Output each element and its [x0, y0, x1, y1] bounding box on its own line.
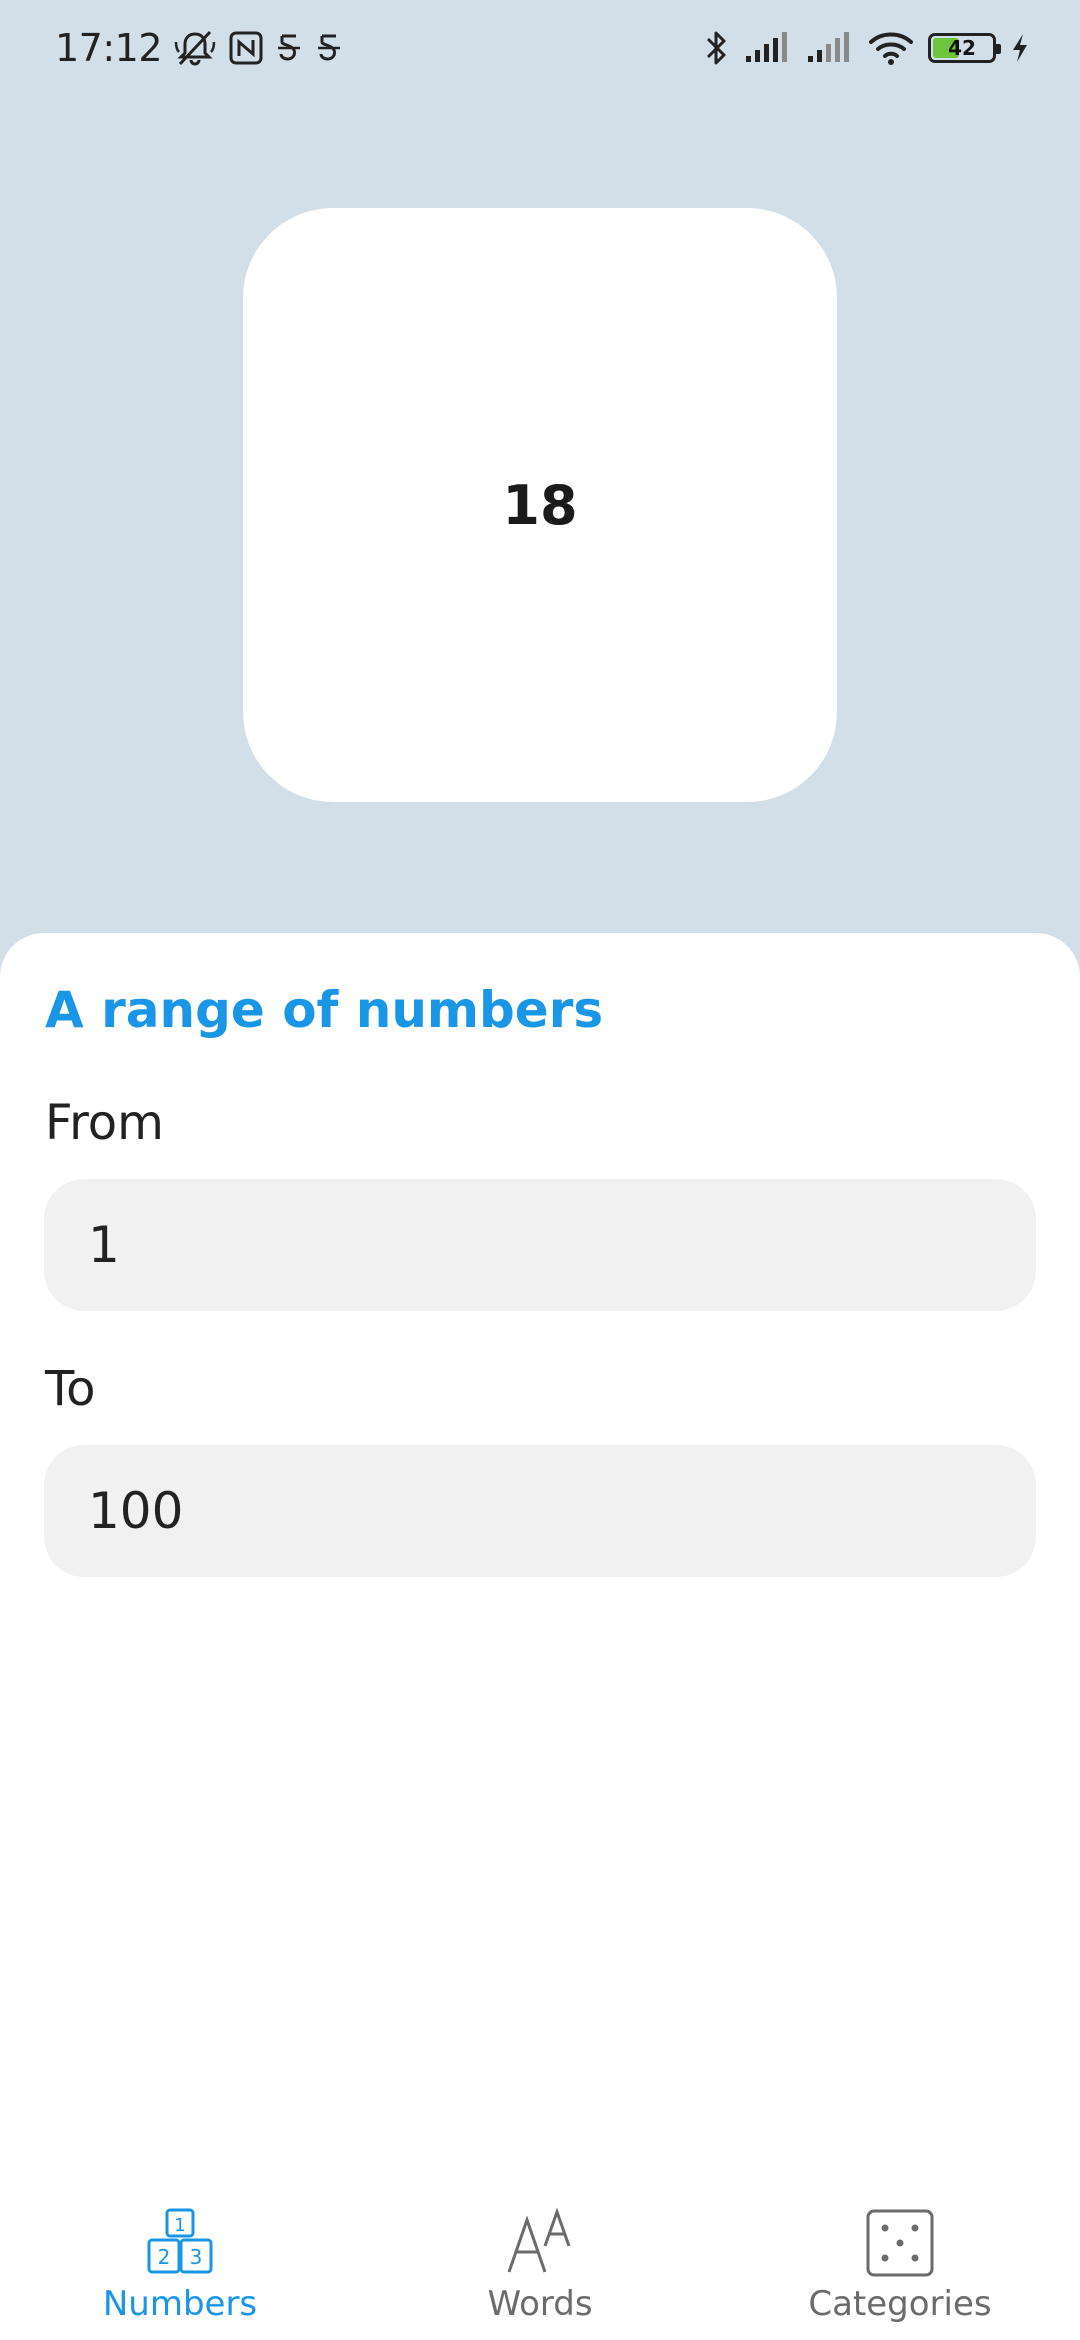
nav-item-words[interactable]: Words — [360, 2190, 720, 2340]
battery-icon: 42 — [928, 33, 1001, 63]
nav-item-categories[interactable]: Categories — [720, 2190, 1080, 2340]
dice-icon — [865, 2208, 935, 2278]
letters-icon — [505, 2208, 575, 2278]
status-time: 17:12 — [55, 26, 163, 70]
wifi-icon — [868, 30, 914, 66]
status-bar: 17:12 42 — [0, 0, 1080, 96]
bell-muted-icon — [172, 28, 218, 68]
range-settings-sheet: A range of numbers From 1 To 100 — [0, 933, 1080, 2340]
bottom-navigation: 1 2 3 Numbers Words Categories — [0, 2190, 1080, 2340]
range-title: A range of numbers — [45, 981, 604, 1039]
app-notification-icon — [274, 30, 304, 66]
number-blocks-icon: 1 2 3 — [145, 2208, 215, 2278]
signal-icon — [744, 30, 792, 66]
nfc-icon — [228, 30, 264, 66]
svg-text:3: 3 — [190, 2245, 203, 2269]
random-result-card[interactable]: 18 — [243, 208, 837, 802]
nav-label-numbers: Numbers — [102, 2284, 258, 2324]
nav-label-words: Words — [487, 2284, 593, 2324]
svg-text:1: 1 — [174, 2215, 185, 2236]
to-label: To — [45, 1361, 96, 1417]
from-label: From — [45, 1095, 164, 1151]
app-screen: 17:12 42 18 A range of numbers From 1 To… — [0, 0, 1080, 2340]
nav-label-categories: Categories — [808, 2284, 992, 2324]
nav-item-numbers[interactable]: 1 2 3 Numbers — [0, 2190, 360, 2340]
charging-icon — [1010, 32, 1030, 64]
battery-level: 42 — [948, 36, 976, 60]
app-notification-icon — [314, 30, 344, 66]
to-input[interactable]: 100 — [44, 1445, 1036, 1577]
from-input[interactable]: 1 — [44, 1179, 1036, 1311]
status-left: 17:12 — [55, 22, 344, 74]
svg-text:2: 2 — [158, 2245, 171, 2269]
bluetooth-icon — [702, 28, 730, 68]
signal-icon — [806, 30, 854, 66]
random-result-value: 18 — [502, 473, 578, 537]
status-right: 42 — [702, 22, 1030, 74]
